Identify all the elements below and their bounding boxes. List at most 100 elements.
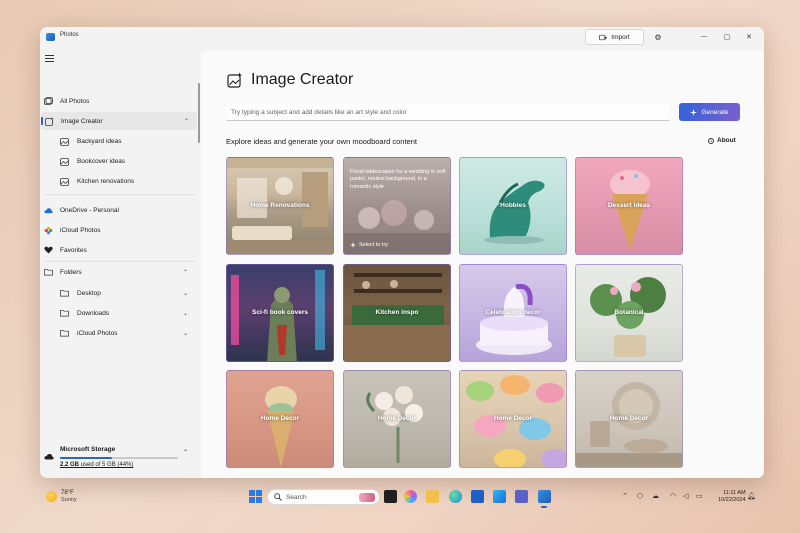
weather-widget[interactable]: 78°F Sunny — [46, 490, 77, 503]
onedrive-tray-icon[interactable]: ☁ — [652, 492, 659, 500]
heart-icon — [44, 246, 53, 255]
storage-progress-bar — [60, 457, 178, 459]
collection-icon — [60, 137, 69, 146]
storage-usage-rest: used of 5 GB (44%) — [79, 462, 134, 468]
chevron-down-icon[interactable]: ⌄ — [183, 446, 188, 453]
sidebar-item-backyard-ideas[interactable]: Backyard ideas — [40, 132, 196, 150]
sidebar-item-desktop[interactable]: Desktop ⌄ — [40, 284, 196, 302]
idea-card-home-decor-3[interactable]: Home Decor — [459, 370, 567, 468]
idea-card-home-decor-4[interactable]: Home Decor — [575, 370, 683, 468]
photos-taskbar-icon[interactable] — [538, 490, 551, 503]
search-highlight-image — [359, 493, 375, 502]
onedrive-icon — [44, 206, 53, 215]
idea-card-home-decor-2[interactable]: Home Decor — [343, 370, 451, 468]
chevron-down-icon[interactable]: ⌄ — [183, 330, 188, 337]
idea-card-hobbies[interactable]: Hobbies — [459, 157, 567, 255]
import-button[interactable]: Import — [585, 29, 644, 45]
search-label: Search — [286, 493, 307, 501]
wifi-icon[interactable]: ◠ — [670, 492, 676, 500]
search-icon — [274, 493, 282, 501]
volume-icon[interactable]: ◁ — [683, 492, 688, 500]
sidebar-item-onedrive[interactable]: OneDrive - Personal — [40, 201, 196, 219]
sidebar-item-icloud-folder[interactable]: iCloud Photos ⌄ — [40, 324, 196, 342]
settings-gear-icon[interactable]: ⚙ — [652, 31, 664, 43]
app-title: Photos — [60, 32, 79, 38]
sidebar-item-label: Favorites — [60, 246, 87, 254]
show-hidden-icons-chevron-icon[interactable]: ⌃ — [622, 492, 628, 500]
sidebar-item-all-photos[interactable]: All Photos — [40, 92, 196, 110]
page-title: Image Creator — [251, 71, 354, 88]
hamburger-menu-icon[interactable] — [45, 55, 54, 62]
idea-card-botanical[interactable]: Botanical — [575, 264, 683, 362]
close-button[interactable]: ✕ — [743, 31, 755, 43]
sidebar-item-favorites[interactable]: Favorites — [40, 241, 196, 259]
store-icon[interactable] — [471, 490, 484, 503]
card-label: Home Decor — [377, 415, 417, 422]
idea-card-celebration-decor[interactable]: Celebration decor — [459, 264, 567, 362]
card-label: Sci-fi book covers — [252, 309, 308, 316]
sidebar-item-image-creator[interactable]: Image Creator ⌃ — [41, 112, 197, 130]
edge-icon[interactable] — [449, 490, 462, 503]
taskbar-search[interactable]: Search — [267, 489, 380, 505]
sparkle-icon — [350, 242, 356, 248]
clock-time: 11:11 AM — [723, 490, 746, 496]
storage-panel[interactable]: Microsoft Storage ⌄ 2.2 GB used of 5 GB … — [40, 445, 201, 478]
selection-indicator — [41, 117, 43, 125]
import-icon — [599, 34, 608, 40]
sidebar-item-label: Backyard ideas — [77, 137, 122, 145]
sidebar-item-label: OneDrive - Personal — [60, 206, 119, 214]
idea-card-floral-tablescapes[interactable]: Floral tablescapes for a wedding in soft… — [343, 157, 451, 255]
about-link[interactable]: i About — [708, 137, 736, 144]
select-to-try[interactable]: Select to try — [350, 242, 388, 248]
sidebar-item-bookcover-ideas[interactable]: Bookcover ideas — [40, 152, 196, 170]
sidebar-item-label: iCloud Photos — [77, 329, 118, 337]
chevron-up-icon[interactable]: ⌃ — [184, 118, 189, 125]
storage-title: Microsoft Storage — [60, 446, 116, 453]
storage-progress-fill — [60, 457, 112, 459]
storage-usage-link[interactable]: 2.2 GB used of 5 GB (44%) — [60, 462, 133, 468]
sidebar-item-icloud-photos[interactable]: iCloud Photos — [40, 221, 196, 239]
chevron-down-icon[interactable]: ⌄ — [183, 310, 188, 317]
network-shield-icon[interactable]: ⬡ — [637, 492, 643, 500]
copilot-icon[interactable] — [404, 490, 417, 503]
battery-icon[interactable]: ▭ — [696, 492, 703, 500]
notification-bell-icon[interactable]: 🔔︎ — [747, 492, 756, 500]
active-app-indicator — [541, 506, 547, 508]
collection-icon — [60, 177, 69, 186]
task-view-icon[interactable] — [384, 490, 397, 503]
idea-card-dessert-ideas[interactable]: Dessert ideas — [575, 157, 683, 255]
clock[interactable]: 11:11 AM 10/22/2024 — [718, 490, 746, 504]
import-label: Import — [611, 33, 630, 41]
idea-card-home-renovations[interactable]: Home Renovations — [226, 157, 334, 255]
sidebar-item-downloads[interactable]: Downloads ⌄ — [40, 304, 196, 322]
chevron-down-icon[interactable]: ⌄ — [183, 290, 188, 297]
outlook-icon[interactable] — [493, 490, 506, 503]
sidebar-scrollbar[interactable] — [198, 83, 200, 143]
sidebar-item-label: Folders — [60, 268, 82, 276]
photos-app-icon — [46, 33, 55, 41]
minimize-button[interactable]: — — [698, 31, 710, 43]
file-explorer-icon[interactable] — [426, 490, 439, 503]
start-button[interactable] — [249, 490, 262, 503]
sidebar-item-kitchen-renovations[interactable]: Kitchen renovations — [40, 172, 196, 190]
main-content: Image Creator Generate Explore ideas and… — [201, 51, 764, 478]
folder-icon — [60, 329, 69, 338]
sidebar: All Photos Image Creator ⌃ Backyard idea… — [40, 48, 201, 478]
weather-condition: Sunny — [61, 497, 77, 504]
photos-icon — [44, 96, 53, 106]
select-to-try-label: Select to try — [359, 242, 389, 248]
card-label: Dessert ideas — [607, 202, 651, 209]
sidebar-item-label: Kitchen renovations — [77, 177, 135, 185]
maximize-button[interactable]: ▢ — [721, 31, 733, 43]
generate-button[interactable]: Generate — [679, 103, 740, 121]
prompt-input[interactable] — [226, 104, 670, 121]
idea-card-home-decor-1[interactable]: Home Decor — [226, 370, 334, 468]
teams-icon[interactable] — [515, 490, 528, 503]
idea-card-sci-fi-book-covers[interactable]: Sci-fi book covers — [226, 264, 334, 362]
info-icon: i — [708, 137, 714, 144]
sidebar-item-folders[interactable]: Folders ⌃ — [40, 263, 196, 281]
clock-date: 10/22/2024 — [718, 497, 746, 504]
idea-card-kitchen-inspo[interactable]: Kitchen inspo — [343, 264, 451, 362]
chevron-up-icon[interactable]: ⌃ — [183, 269, 188, 276]
folder-icon — [60, 289, 69, 298]
